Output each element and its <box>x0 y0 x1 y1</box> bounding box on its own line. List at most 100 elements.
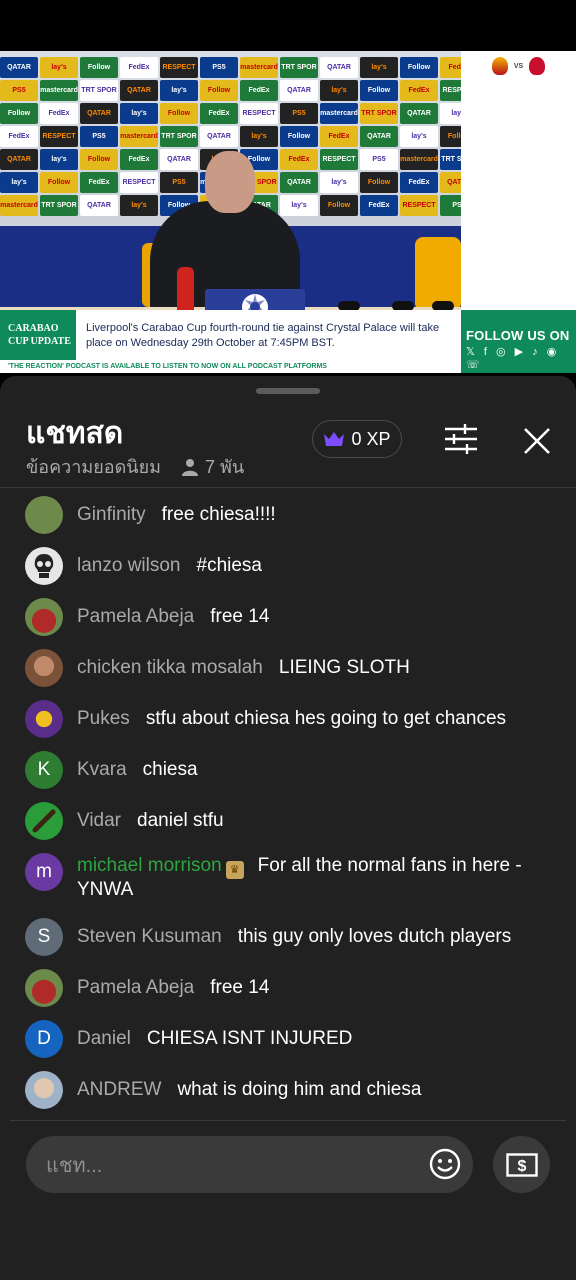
liverpool-crest-icon <box>529 57 546 75</box>
live-chat-panel: แชทสด ข้อความยอดนิยม 7 พัน 0 XP Ginfinit… <box>0 376 576 1280</box>
chat-input[interactable]: แชท... <box>26 1136 473 1193</box>
author-name[interactable]: Pamela Abeja <box>77 977 194 998</box>
author-name[interactable]: Pamela Abeja <box>77 606 194 627</box>
sponsor-logo: Follow <box>440 126 461 147</box>
message-text: CHIESA ISNT INJURED <box>146 1028 353 1049</box>
sponsor-logo: TRT SPOR <box>440 149 461 170</box>
sponsor-logo: RESPECT <box>160 57 198 78</box>
microphone <box>432 301 454 310</box>
author-name[interactable]: Ginfinity <box>77 504 146 525</box>
message-text: free 14 <box>210 977 270 998</box>
avatar[interactable]: K <box>25 751 63 789</box>
sponsor-logo: QATAR <box>120 80 158 101</box>
sponsor-logo: RESPECT <box>320 149 358 170</box>
chat-input-placeholder: แชท... <box>46 1154 103 1177</box>
close-icon[interactable] <box>522 426 552 456</box>
avatar[interactable] <box>25 1071 63 1109</box>
author-name[interactable]: Kvara <box>77 759 127 780</box>
sponsor-logo: lay's <box>40 57 78 78</box>
sponsor-logo: QATAR <box>360 126 398 147</box>
sponsor-logo: FedEx <box>120 149 158 170</box>
tune-icon[interactable] <box>445 424 477 454</box>
avatar[interactable]: S <box>25 918 63 956</box>
avatar[interactable] <box>25 700 63 738</box>
chat-message[interactable]: Pukes stfu about chiesa hes going to get … <box>25 700 546 738</box>
author-name[interactable]: ANDREW <box>77 1079 161 1100</box>
bottle <box>177 267 194 310</box>
sponsor-logo: QATAR <box>400 103 438 124</box>
author-name[interactable]: Pukes <box>77 708 130 729</box>
svg-text:$: $ <box>517 1158 526 1175</box>
sponsor-logo: PS5 <box>160 172 198 193</box>
chat-message[interactable]: D Daniel CHIESA ISNT INJURED <box>25 1020 546 1058</box>
emoji-icon[interactable] <box>429 1148 461 1180</box>
chat-message[interactable]: Ginfinity free chiesa!!!! <box>25 496 546 534</box>
flute-icon <box>32 809 56 833</box>
message-text: this guy only loves dutch players <box>237 926 512 947</box>
author-name[interactable]: chicken tikka mosalah <box>77 657 263 678</box>
author-name[interactable]: Daniel <box>77 1028 131 1049</box>
chat-message[interactable]: lanzo wilson #chiesa <box>25 547 546 585</box>
sponsor-logo: QATAR <box>320 57 358 78</box>
avatar[interactable] <box>25 547 63 585</box>
sponsor-logo: TRT SPOR <box>280 57 318 78</box>
sponsor-logo: TRT SPOR <box>360 103 398 124</box>
sponsor-logo: PS5 <box>440 195 461 216</box>
chat-message[interactable]: m michael morrison ♛ For all the normal fa… <box>25 853 546 901</box>
avatar[interactable] <box>25 969 63 1007</box>
message-text: what is doing him and chiesa <box>177 1079 422 1100</box>
author-name[interactable]: Vidar <box>77 810 121 831</box>
author-name[interactable]: Steven Kusuman <box>77 926 222 947</box>
sponsor-logo: PS5 <box>360 149 398 170</box>
message-text: chiesa <box>142 759 198 780</box>
chat-message[interactable]: S Steven Kusuman this guy only loves dutc… <box>25 918 546 956</box>
chat-message[interactable]: Pamela Abeja free 14 <box>25 969 546 1007</box>
social-icons: 𝕏 f ◎ ▶ ♪ ◉ ☏ <box>466 346 560 371</box>
sponsor-logo: lay's <box>320 172 358 193</box>
sponsor-logo: QATAR <box>0 149 38 170</box>
video-player[interactable]: QATAR lay's Follow FedEx RESPECT PS5 mastercar… <box>0 51 576 373</box>
sponsor-logo: FedEx <box>280 149 318 170</box>
crown-icon <box>324 432 345 446</box>
sponsor-logo: FedEx <box>200 103 238 124</box>
xp-button[interactable]: 0 XP <box>312 420 402 458</box>
chat-message[interactable]: Vidar daniel stfu <box>25 802 546 840</box>
avatar[interactable] <box>25 649 63 687</box>
super-chat-button[interactable]: $ <box>493 1136 550 1193</box>
sponsor-logo: RESPECT <box>40 126 78 147</box>
message-text: LIEING SLOTH <box>278 657 410 678</box>
sponsor-logo: mastercard <box>0 195 38 216</box>
avatar[interactable] <box>25 802 63 840</box>
sponsor-logo: mastercard <box>320 103 358 124</box>
chat-title: แชทสด <box>26 417 124 450</box>
sponsor-logo: mastercard <box>400 149 438 170</box>
avatar[interactable]: m <box>25 853 63 891</box>
chat-message[interactable]: ANDREW what is doing him and chiesa <box>25 1071 546 1109</box>
chat-message[interactable]: chicken tikka mosalah LIEING SLOTH <box>25 649 546 687</box>
avatar[interactable] <box>25 496 63 534</box>
dollar-icon: $ <box>505 1152 538 1177</box>
message-text: #chiesa <box>196 555 263 576</box>
sponsor-logo: RESPECT <box>440 80 461 101</box>
sponsor-logo: lay's <box>160 80 198 101</box>
sponsor-logo: TRT SPOR <box>40 195 78 216</box>
author-name[interactable]: michael morrison <box>77 855 222 876</box>
chat-message[interactable]: K Kvara chiesa <box>25 751 546 789</box>
sponsor-logo: Follow <box>0 103 38 124</box>
sponsor-logo: Follow <box>320 195 358 216</box>
sponsor-logo: Follow <box>160 103 198 124</box>
avatar[interactable]: D <box>25 1020 63 1058</box>
chat-subtitle[interactable]: ข้อความยอดนิยม 7 พัน <box>26 452 244 481</box>
sponsor-logo: FedEx <box>400 80 438 101</box>
sponsor-logo: RESPECT <box>240 103 278 124</box>
chat-message[interactable]: Pamela Abeja free 14 <box>25 598 546 636</box>
message-text: free chiesa!!!! <box>161 504 276 525</box>
sponsor-logo: PS5 <box>0 80 38 101</box>
chat-mode[interactable]: ข้อความยอดนิยม <box>26 452 161 481</box>
avatar[interactable] <box>25 598 63 636</box>
drag-handle[interactable] <box>256 388 320 394</box>
sponsor-logo: lay's <box>40 149 78 170</box>
message-text: free 14 <box>210 606 270 627</box>
lower-third-headline: Liverpool's Carabao Cup fourth-round tie… <box>76 310 461 360</box>
author-name[interactable]: lanzo wilson <box>77 555 181 576</box>
